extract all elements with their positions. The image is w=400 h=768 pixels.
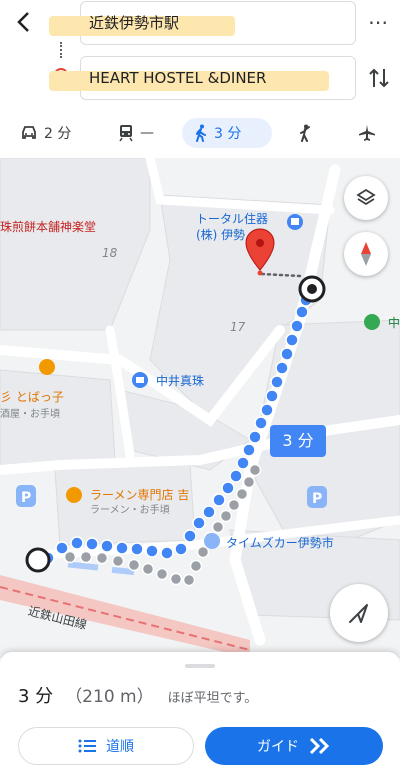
steps-button[interactable]: 道順	[18, 727, 194, 765]
back-arrow-icon	[17, 12, 29, 32]
guide-label: ガイド	[257, 739, 299, 755]
map-label-shop: 珠煎餅本舗神楽堂	[0, 220, 97, 234]
route-dots-icon	[60, 42, 64, 58]
compass-button[interactable]	[344, 232, 388, 276]
compass-icon	[361, 242, 371, 266]
map-label-total-housing-1: トータル住器	[196, 212, 269, 226]
layers-icon	[356, 188, 376, 206]
guide-button[interactable]: ガイド	[205, 727, 383, 765]
sheet-drag-handle[interactable]	[185, 664, 215, 668]
route-duration-bubble[interactable]: 3 分	[270, 425, 326, 457]
mode-walk-label: 3 分	[214, 126, 242, 142]
list-icon	[78, 739, 96, 753]
map-label-total-housing-2: (株) 伊勢	[196, 228, 246, 242]
svg-text:P: P	[312, 491, 322, 507]
map-view[interactable]: P P 珠煎餅本舗神楽堂 18 トータル住器 (株) 伊勢 17 中井真珠 彡 …	[0, 158, 400, 658]
directions-header: 近鉄伊勢市駅 HEART HOSTEL &DINER ⋯ 2 分 — 3 分	[0, 0, 400, 158]
double-chevron-icon	[309, 738, 330, 754]
map-label-nakai-shinju: 中井真珠	[156, 374, 205, 388]
mode-car[interactable]: 2 分	[20, 118, 71, 148]
navigation-arrow-icon	[349, 604, 368, 623]
mode-flight[interactable]	[358, 118, 376, 148]
route-duration-text: 3 分	[282, 431, 314, 450]
map-label-edge: 中	[388, 316, 400, 330]
airplane-icon	[359, 125, 375, 141]
map-label-times-car: タイムズカー伊勢市	[226, 536, 334, 550]
mode-transit[interactable]: —	[118, 118, 154, 148]
directions-mode-button[interactable]	[330, 584, 388, 642]
mode-walk[interactable]: 3 分	[182, 118, 272, 148]
origin-field[interactable]: 近鉄伊勢市駅	[49, 1, 356, 45]
summary-note: ほぼ平坦です。	[167, 691, 258, 706]
origin-text: 近鉄伊勢市駅	[89, 14, 180, 32]
mode-ride[interactable]	[296, 118, 312, 148]
train-icon	[119, 125, 133, 142]
route-summary-sheet[interactable]: 3 分 （210 m） ほぼ平坦です。 道順 ガイド	[0, 652, 400, 768]
map-label-ramen-1: ラーメン専門店 吉	[90, 488, 190, 502]
car-icon	[22, 126, 36, 139]
map-label-tobakko-1: 彡 とばっ子	[0, 390, 64, 404]
route-summary: 3 分 （210 m） ほぼ平坦です。	[18, 682, 257, 708]
swap-route-button[interactable]	[368, 66, 390, 94]
travel-modes: 2 分 — 3 分	[0, 116, 400, 152]
layers-button[interactable]	[344, 176, 388, 220]
steps-label: 道順	[106, 739, 134, 755]
summary-distance: （210 m）	[65, 687, 154, 707]
walk-icon	[196, 124, 206, 142]
destination-text: HEART HOSTEL &DINER	[89, 69, 267, 87]
map-label-block-18: 18	[102, 246, 118, 260]
map-label-block-17: 17	[230, 320, 246, 334]
mode-car-label: 2 分	[44, 126, 72, 142]
destination-field[interactable]: HEART HOSTEL &DINER	[49, 56, 356, 100]
mode-transit-label: —	[140, 125, 154, 141]
map-label-ramen-2: ラーメン・お手頃	[90, 505, 170, 516]
back-button[interactable]	[10, 8, 38, 36]
summary-duration: 3 分	[18, 686, 54, 707]
swap-arrows-icon	[369, 68, 389, 88]
ride-hail-icon	[300, 124, 310, 142]
svg-text:P: P	[21, 490, 31, 506]
more-options-icon[interactable]: ⋯	[366, 12, 390, 32]
map-label-tobakko-2: 酒屋・お手頃	[0, 409, 60, 420]
